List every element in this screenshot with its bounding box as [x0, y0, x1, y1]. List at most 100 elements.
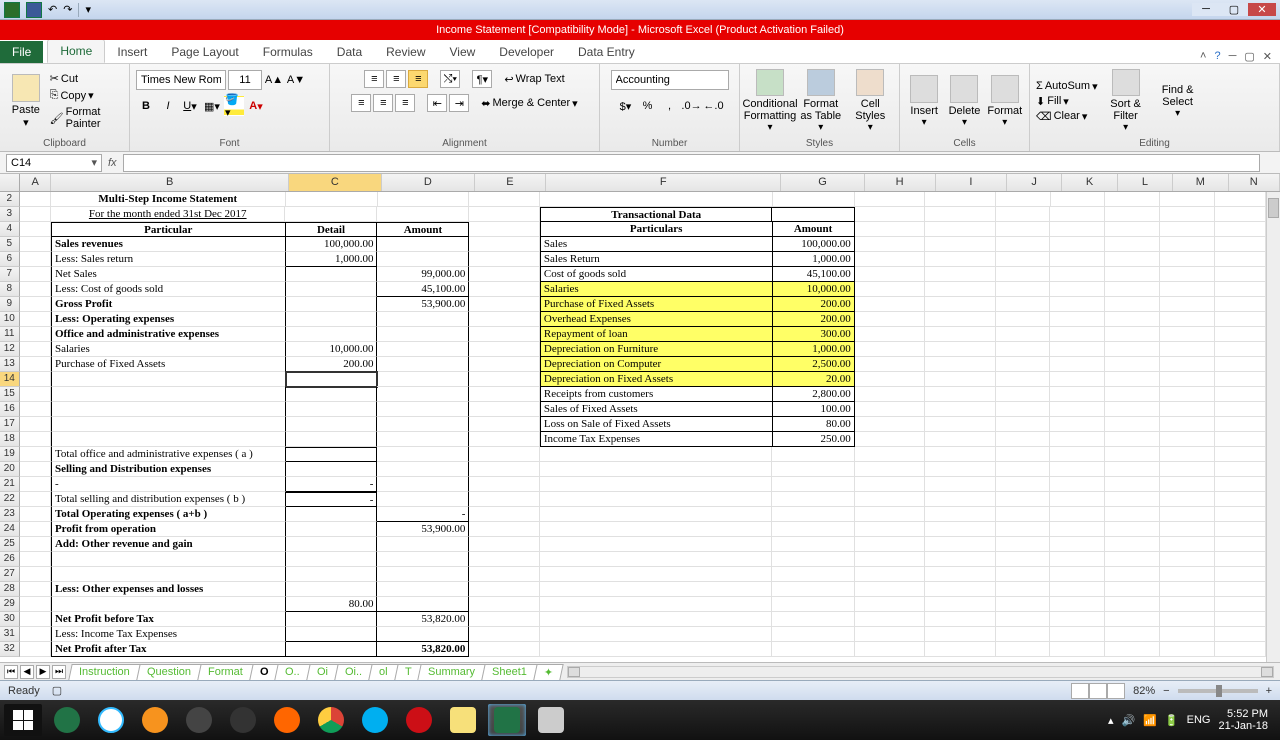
orientation-button[interactable]: ⤭▾	[440, 70, 460, 88]
cell[interactable]	[925, 372, 995, 387]
cell[interactable]	[1160, 567, 1215, 582]
cell[interactable]	[1215, 642, 1266, 657]
cell[interactable]	[925, 387, 995, 402]
cell[interactable]: Less: Sales return	[51, 252, 286, 267]
cell[interactable]	[540, 462, 773, 477]
cell[interactable]	[925, 252, 995, 267]
delete-cells-button[interactable]: Delete▾	[946, 69, 982, 133]
cell[interactable]	[469, 582, 539, 597]
cell[interactable]	[20, 357, 51, 372]
cell[interactable]: Less: Income Tax Expenses	[51, 627, 286, 642]
cell[interactable]	[20, 402, 51, 417]
cell[interactable]	[1215, 207, 1266, 222]
cell[interactable]	[855, 267, 925, 282]
cell[interactable]: Less: Operating expenses	[51, 312, 286, 327]
cell[interactable]	[855, 462, 925, 477]
cell[interactable]	[772, 462, 854, 477]
cell[interactable]: 20.00	[773, 372, 855, 387]
cell[interactable]	[1160, 582, 1215, 597]
cell[interactable]	[1215, 492, 1266, 507]
cell[interactable]: 45,100.00	[377, 282, 469, 297]
cell[interactable]	[20, 582, 51, 597]
cell[interactable]	[469, 462, 539, 477]
cell[interactable]	[51, 552, 286, 567]
cell[interactable]	[1160, 522, 1215, 537]
row-header[interactable]: 11	[0, 327, 20, 342]
cell[interactable]	[377, 357, 469, 372]
cell[interactable]	[469, 567, 539, 582]
fx-icon[interactable]: fx	[108, 157, 117, 169]
sheet-tab[interactable]: Summary	[418, 664, 486, 680]
cell[interactable]	[1215, 222, 1266, 237]
cell[interactable]	[20, 597, 51, 612]
start-button[interactable]	[4, 704, 42, 736]
cell[interactable]: 1,000.00	[773, 342, 855, 357]
row-header[interactable]: 4	[0, 222, 20, 237]
cell[interactable]	[996, 312, 1051, 327]
cell[interactable]	[1215, 597, 1266, 612]
cell[interactable]	[286, 612, 378, 627]
cell[interactable]	[1105, 387, 1160, 402]
cell[interactable]	[286, 447, 378, 462]
row-header[interactable]: 20	[0, 462, 20, 477]
cell[interactable]: 100,000.00	[773, 237, 855, 252]
format-cells-button[interactable]: Format▾	[987, 69, 1023, 133]
decrease-font-icon[interactable]: A▼	[286, 70, 306, 90]
cell[interactable]	[20, 267, 51, 282]
cell[interactable]	[1215, 567, 1266, 582]
font-size-select[interactable]	[228, 70, 262, 90]
cell[interactable]	[20, 297, 51, 312]
tab-data-entry[interactable]: Data Entry	[566, 41, 647, 63]
col-header-f[interactable]: F	[546, 174, 781, 191]
cell[interactable]	[772, 612, 854, 627]
cell[interactable]	[469, 612, 539, 627]
cell[interactable]	[925, 282, 995, 297]
align-left-button[interactable]: ≡	[351, 94, 371, 112]
row-header[interactable]: 21	[0, 477, 20, 492]
tray-volume-icon[interactable]: 🔊	[1122, 714, 1136, 727]
taskbar-imo-icon[interactable]	[92, 704, 130, 736]
cell[interactable]	[377, 552, 469, 567]
cell[interactable]	[377, 312, 469, 327]
taskbar-explorer-icon[interactable]	[444, 704, 482, 736]
cell[interactable]	[20, 552, 51, 567]
cell[interactable]	[469, 417, 539, 432]
cell[interactable]	[377, 342, 469, 357]
cell[interactable]: 100.00	[773, 402, 855, 417]
merge-center-button[interactable]: ⬌ Merge & Center ▾	[481, 97, 577, 110]
cell[interactable]	[855, 552, 925, 567]
cell[interactable]: Add: Other revenue and gain	[51, 537, 286, 552]
cell[interactable]: Net Profit after Tax	[51, 642, 286, 657]
cell[interactable]	[1050, 297, 1105, 312]
cell[interactable]	[286, 582, 378, 597]
cell[interactable]	[286, 567, 378, 582]
cell[interactable]	[996, 387, 1051, 402]
cell[interactable]	[855, 432, 925, 447]
cell[interactable]	[20, 612, 51, 627]
cell[interactable]	[20, 447, 51, 462]
cell[interactable]: -	[286, 492, 378, 507]
cell[interactable]	[20, 462, 51, 477]
cell[interactable]	[1215, 237, 1266, 252]
cell[interactable]	[1215, 387, 1266, 402]
cell[interactable]	[996, 252, 1051, 267]
cell[interactable]: Receipts from customers	[540, 387, 773, 402]
cell[interactable]	[1105, 552, 1160, 567]
cell[interactable]	[1050, 402, 1105, 417]
cell[interactable]	[1050, 207, 1105, 222]
decrease-indent-button[interactable]: ⇤	[427, 94, 447, 112]
cell[interactable]: Overhead Expenses	[540, 312, 773, 327]
cell[interactable]	[1160, 537, 1215, 552]
cell[interactable]	[855, 297, 925, 312]
cell[interactable]	[996, 237, 1051, 252]
cell[interactable]	[772, 207, 854, 222]
cell[interactable]	[1160, 387, 1215, 402]
cell[interactable]: Detail	[286, 222, 378, 237]
cell[interactable]	[1215, 267, 1266, 282]
cell[interactable]	[286, 327, 378, 342]
taskbar-app2-icon[interactable]	[180, 704, 218, 736]
cell[interactable]	[1051, 192, 1106, 207]
row-header[interactable]: 27	[0, 567, 20, 582]
cell[interactable]	[377, 447, 469, 462]
cell[interactable]	[1050, 477, 1105, 492]
